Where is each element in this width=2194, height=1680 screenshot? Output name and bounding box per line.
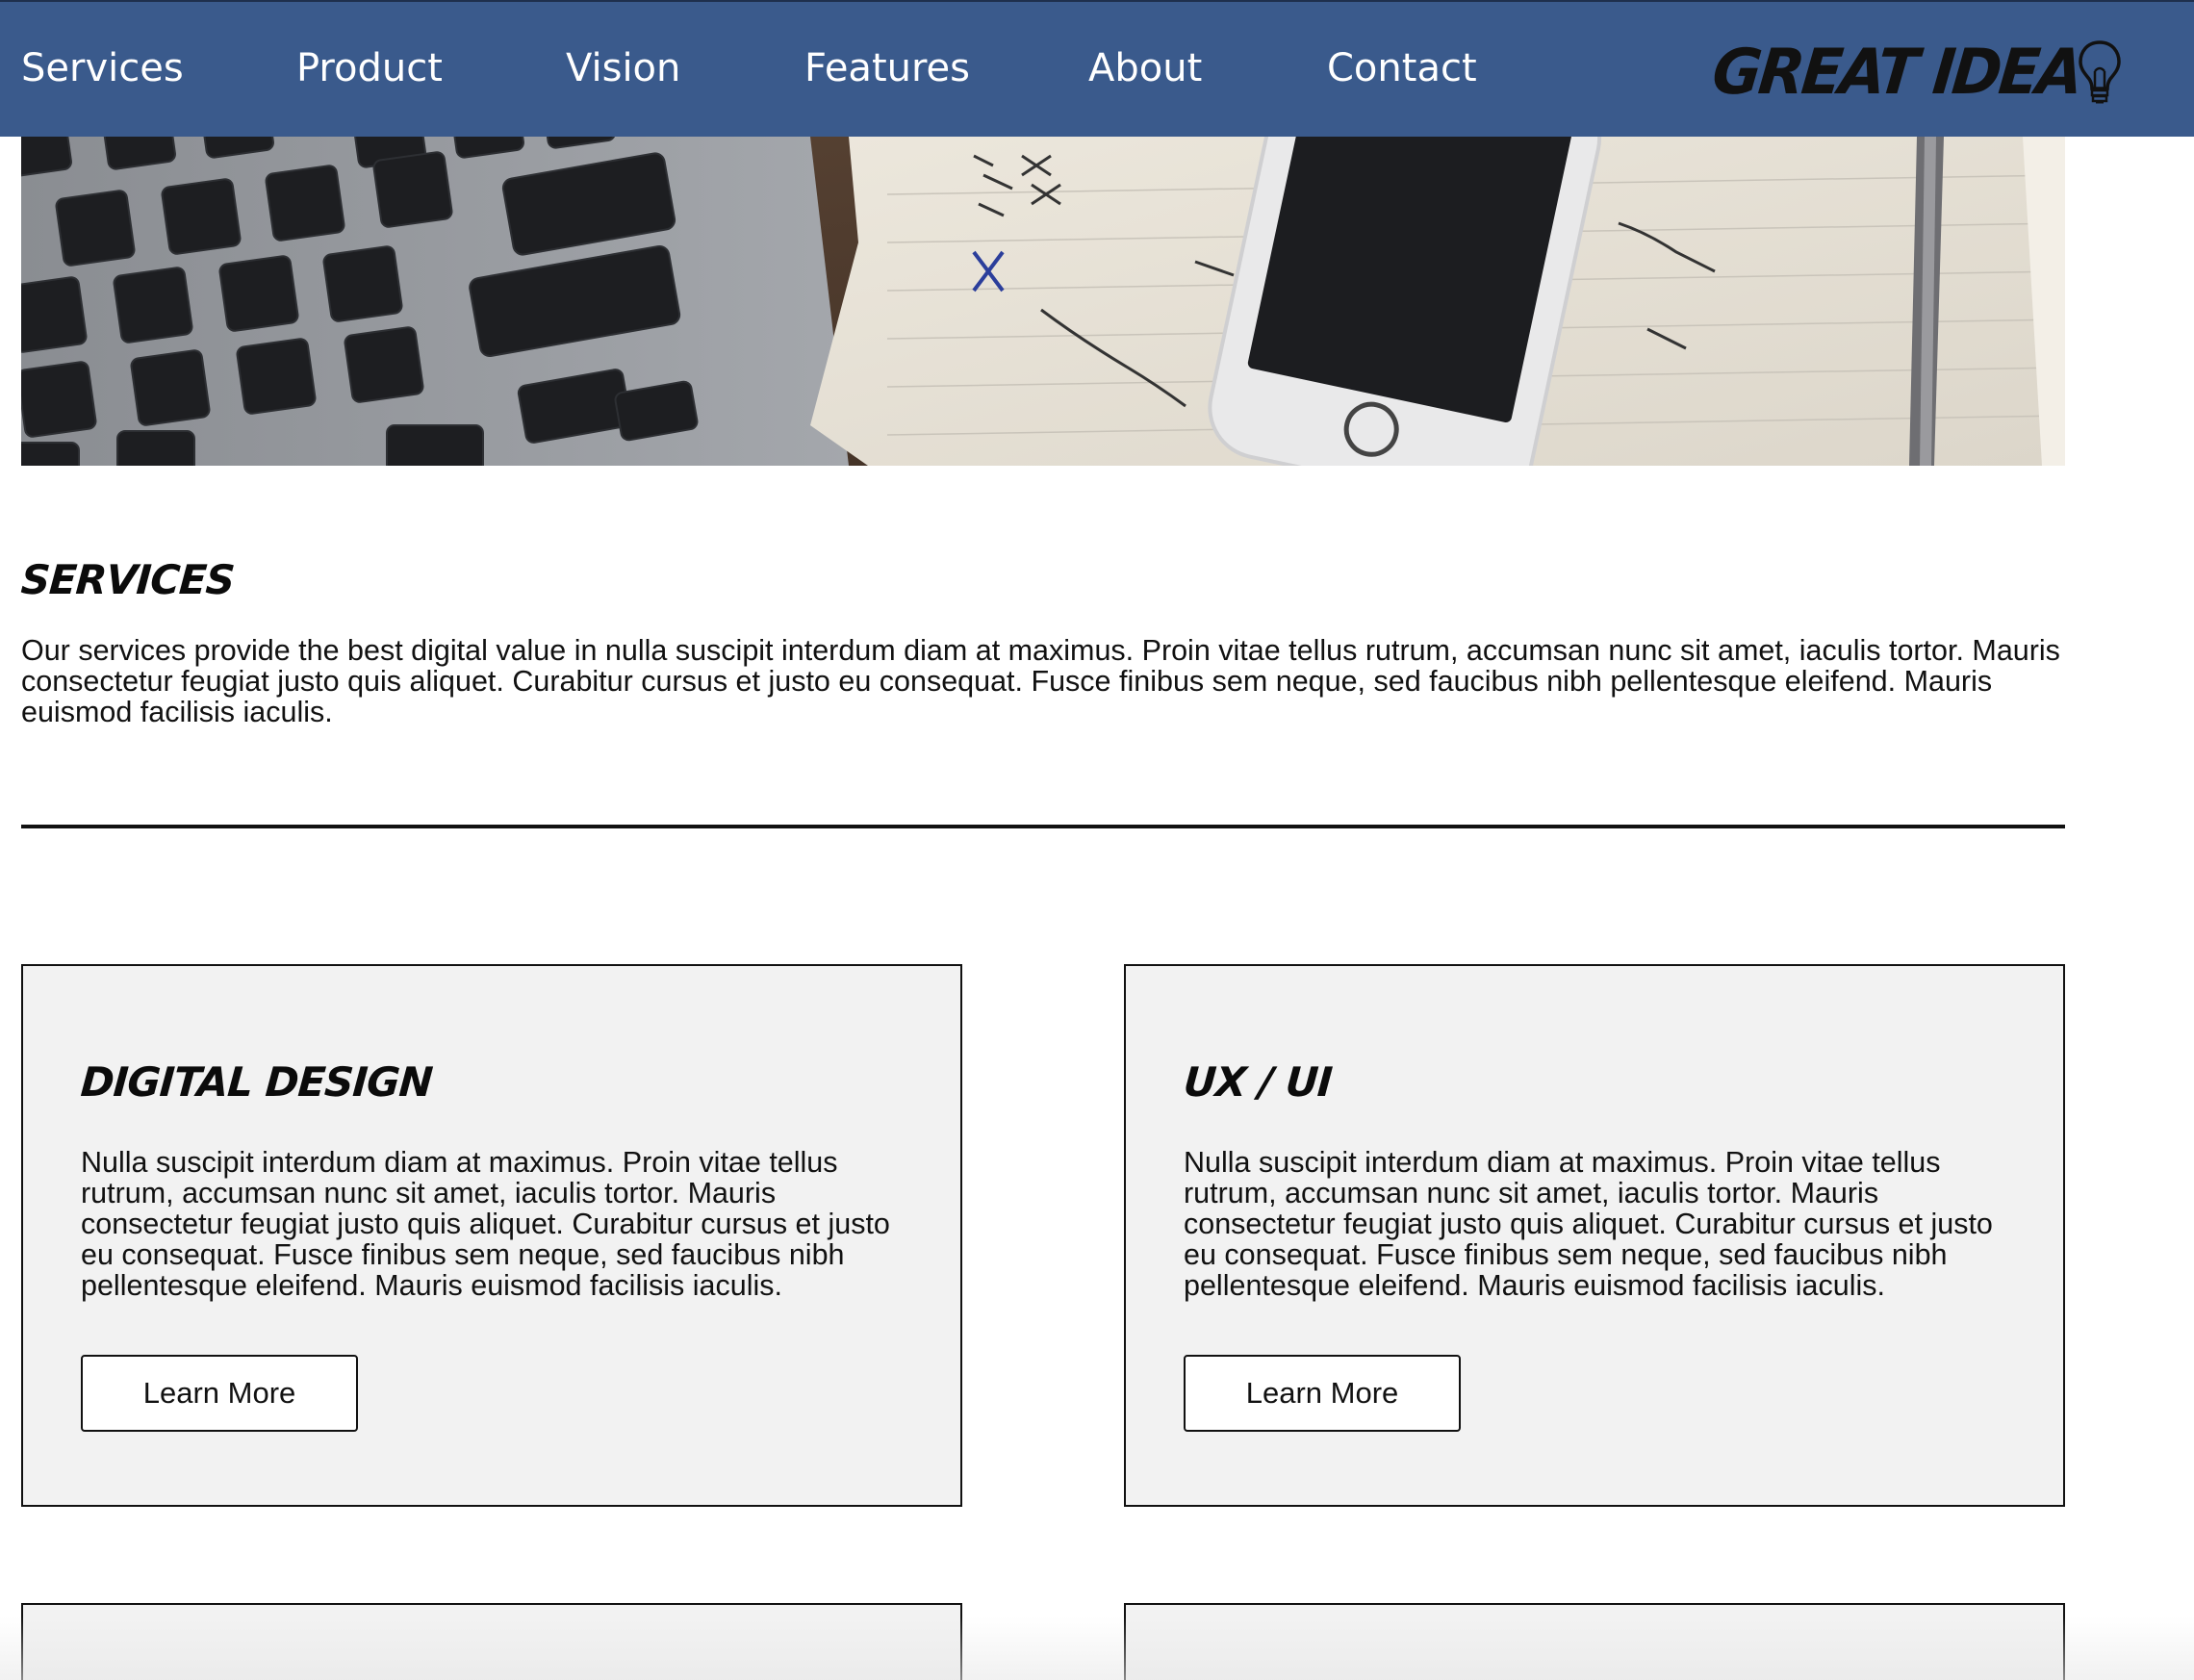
hero-image <box>21 137 2065 466</box>
card-title: UX / UI <box>1182 1058 1334 1106</box>
page: Services Product Vision Features About C… <box>0 0 2194 1680</box>
service-card-ux-ui: UX / UI Nulla suscipit interdum diam at … <box>1124 964 2065 1507</box>
nav-link-about[interactable]: About <box>1088 46 1202 90</box>
learn-more-button[interactable]: Learn More <box>1184 1355 1461 1432</box>
service-card-digital-design: DIGITAL DESIGN Nulla suscipit interdum d… <box>21 964 962 1507</box>
service-card-partial-left <box>21 1603 962 1680</box>
card-title: DIGITAL DESIGN <box>79 1058 434 1106</box>
top-navbar: Services Product Vision Features About C… <box>0 0 2194 137</box>
services-description: Our services provide the best digital va… <box>21 634 2060 728</box>
brand-logo-text: GREAT IDEA <box>1709 35 2084 109</box>
service-card-partial-right <box>1124 1603 2065 1680</box>
card-description: Nulla suscipit interdum diam at maximus.… <box>81 1146 890 1302</box>
nav-link-features[interactable]: Features <box>804 46 970 90</box>
learn-more-button[interactable]: Learn More <box>81 1355 358 1432</box>
nav-link-vision[interactable]: Vision <box>566 46 680 90</box>
hero-desk-illustration <box>21 137 2065 466</box>
nav-link-services[interactable]: Services <box>21 46 184 90</box>
services-heading: SERVICES <box>19 556 236 603</box>
card-description: Nulla suscipit interdum diam at maximus.… <box>1184 1146 1993 1302</box>
brand-logo[interactable]: GREAT IDEA <box>1709 35 2125 109</box>
nav-link-contact[interactable]: Contact <box>1327 46 1477 90</box>
nav-link-product[interactable]: Product <box>296 46 443 90</box>
section-divider <box>21 825 2065 828</box>
